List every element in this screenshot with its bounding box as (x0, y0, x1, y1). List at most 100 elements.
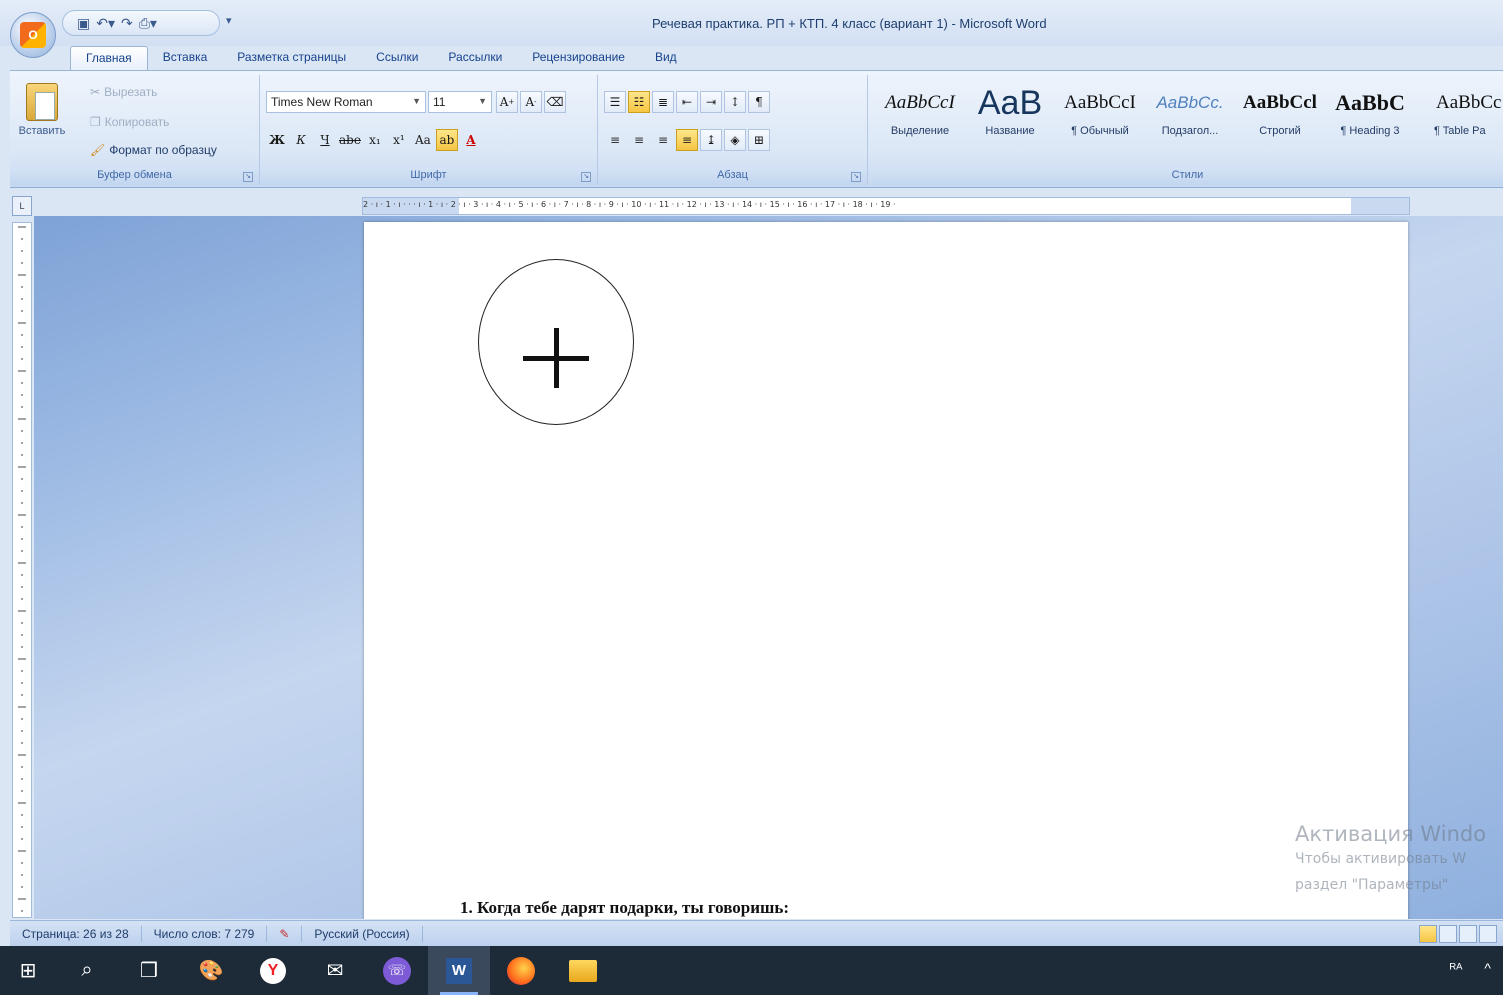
watermark-line-1: Активация Windo (1295, 822, 1487, 846)
highlight-color-icon[interactable]: ab (435, 129, 458, 151)
window-title: Речевая практика. РП + КТП. 4 класс (вар… (652, 16, 1047, 31)
tab-page-layout[interactable]: Разметка страницы (222, 46, 361, 71)
print-icon[interactable]: ⎙▾ (139, 15, 157, 32)
tab-insert[interactable]: Вставка (148, 46, 223, 71)
task-view-icon[interactable]: ❒ (118, 946, 180, 995)
align-center-icon[interactable]: ≡ (628, 129, 650, 151)
vertical-ruler[interactable] (12, 222, 32, 918)
yandex-browser-icon[interactable]: Y (242, 946, 304, 995)
strikethrough-button[interactable]: abe (338, 129, 362, 151)
mail-app-icon[interactable]: ✉ (304, 946, 366, 995)
paint-app-icon[interactable]: 🎨 (180, 946, 242, 995)
status-bar: Страница: 26 из 28 Число слов: 7 279 ✎ Р… (10, 920, 1503, 946)
style-subtitle[interactable]: AaBbCc. Подзагол... (1146, 81, 1234, 153)
underline-button[interactable]: Ч (314, 129, 336, 151)
word-taskbar-icon[interactable]: W (428, 946, 490, 995)
decrease-indent-icon[interactable]: ⇤ (676, 91, 698, 113)
increase-indent-icon[interactable]: ⇥ (700, 91, 722, 113)
outline-view-icon[interactable] (1479, 925, 1497, 943)
font-family-value: Times New Roman (271, 95, 373, 109)
style-name: Строгий (1259, 125, 1301, 137)
style-normal[interactable]: AaBbCcI ¶ Обычный (1056, 81, 1144, 153)
activation-watermark: Активация Windo Чтобы активировать W раз… (1295, 822, 1486, 898)
page-counter[interactable]: Страница: 26 из 28 (10, 925, 142, 942)
font-size-combo[interactable]: 11 ▼ (428, 91, 492, 113)
people-icon[interactable]: ᴿᴬ (1450, 960, 1463, 976)
firefox-icon[interactable] (490, 946, 552, 995)
font-family-combo[interactable]: Times New Roman ▼ (266, 91, 426, 113)
superscript-button[interactable]: x¹ (388, 129, 410, 151)
tab-home[interactable]: Главная (70, 46, 148, 71)
redo-icon[interactable]: ↷ (121, 15, 133, 32)
clear-format-icon[interactable]: ⌫ (544, 91, 566, 113)
windows-taskbar: ⊞ ⌕ ❒ 🎨 Y ✉ ☏ W ᴿᴬ ^ (0, 946, 1503, 995)
viber-icon[interactable]: ☏ (366, 946, 428, 995)
ribbon: Вставить ✂ Вырезать ❐ Копировать 🖌 Форма… (10, 70, 1503, 188)
tab-references[interactable]: Ссылки (361, 46, 433, 71)
style-sample: AaBbC (1335, 90, 1405, 115)
clipboard-icon (26, 83, 58, 121)
font-launcher-icon[interactable]: ↘ (581, 172, 591, 182)
language-indicator[interactable]: Русский (Россия) (302, 925, 423, 942)
multilevel-list-icon[interactable]: ≣ (652, 91, 674, 113)
font-color-button[interactable]: A (460, 129, 482, 151)
format-painter-button[interactable]: 🖌 Формат по образцу (90, 143, 217, 157)
scissors-icon: ✂ (90, 85, 101, 99)
office-button[interactable]: O (10, 12, 56, 58)
copy-icon: ❐ (90, 115, 101, 129)
align-left-icon[interactable]: ≡ (604, 129, 626, 151)
paste-button[interactable]: Вставить (16, 83, 68, 153)
print-layout-icon[interactable] (1419, 925, 1437, 943)
tab-view[interactable]: Вид (640, 46, 692, 71)
customize-qat-icon[interactable]: ▾ (226, 14, 232, 27)
style-title[interactable]: AaB Название (966, 81, 1054, 153)
ribbon-tabs: Главная Вставка Разметка страницы Ссылки… (70, 46, 692, 71)
style-sample: AaBbCcI (885, 92, 955, 113)
font-size-value: 11 (433, 95, 446, 109)
bullets-icon[interactable]: ☰ (604, 91, 626, 113)
line-spacing-icon[interactable]: ↨ (700, 129, 722, 151)
borders-icon[interactable]: ⊞ (748, 129, 770, 151)
web-layout-icon[interactable] (1459, 925, 1477, 943)
align-right-icon[interactable]: ≡ (652, 129, 674, 151)
paragraph-group: ☰ ☷ ≣ ⇤ ⇥ ↕ ¶ ≡ ≡ ≡ ≡ ↨ ◈ ⊞ Абзац ↘ (598, 75, 868, 185)
search-icon[interactable]: ⌕ (56, 946, 118, 995)
tray-chevron-icon[interactable]: ^ (1484, 960, 1491, 976)
document-workspace[interactable]: 1. Когда тебе дарят подарки, ты говоришь… (34, 216, 1503, 919)
shrink-font-button[interactable]: A- (520, 91, 542, 113)
file-explorer-icon[interactable] (552, 946, 614, 995)
change-case-button[interactable]: Aa (412, 129, 434, 151)
clipboard-launcher-icon[interactable]: ↘ (243, 172, 253, 182)
style-table-paragraph[interactable]: AaBbCc ¶ Table Pa (1416, 81, 1503, 153)
italic-button[interactable]: К (290, 129, 312, 151)
horizontal-ruler[interactable]: 2 · ı · 1 · ı · · · ı · 1 · ı · 2 · ı · … (362, 197, 1410, 215)
document-question[interactable]: 1. Когда тебе дарят подарки, ты говоришь… (460, 898, 789, 918)
grow-font-button[interactable]: A + (496, 91, 518, 113)
proofing-icon[interactable]: ✎ (267, 925, 303, 942)
justify-icon[interactable]: ≡ (676, 129, 698, 151)
cut-button[interactable]: ✂ Вырезать (90, 85, 157, 99)
save-icon[interactable]: ▣ (77, 15, 90, 32)
style-heading-3[interactable]: AaBbC ¶ Heading 3 (1326, 81, 1414, 153)
show-marks-icon[interactable]: ¶ (748, 91, 770, 113)
tab-review[interactable]: Рецензирование (517, 46, 640, 71)
style-strong[interactable]: AaBbCcl Строгий (1236, 81, 1324, 153)
tab-selector-button[interactable]: L (12, 196, 32, 216)
paragraph-launcher-icon[interactable]: ↘ (851, 172, 861, 182)
subscript-button[interactable]: x₁ (364, 129, 386, 151)
sort-icon[interactable]: ↕ (724, 91, 746, 113)
full-screen-reading-icon[interactable] (1439, 925, 1457, 943)
word-count[interactable]: Число слов: 7 279 (142, 925, 268, 942)
bold-button[interactable]: Ж (266, 129, 288, 151)
shading-icon[interactable]: ◈ (724, 129, 746, 151)
windows-start-icon[interactable]: ⊞ (0, 946, 56, 995)
style-emphasis[interactable]: AaBbCcI Выделение (876, 81, 964, 153)
clipboard-group: Вставить ✂ Вырезать ❐ Копировать 🖌 Форма… (10, 75, 260, 185)
style-sample: AaBbCcI (1064, 92, 1136, 113)
numbering-icon[interactable]: ☷ (628, 91, 650, 113)
tab-mailings[interactable]: Рассылки (433, 46, 517, 71)
copy-button[interactable]: ❐ Копировать (90, 115, 169, 129)
circle-plus-shape[interactable] (478, 259, 634, 425)
document-page[interactable]: 1. Когда тебе дарят подарки, ты говоришь… (364, 222, 1408, 919)
undo-icon[interactable]: ↶▾ (96, 15, 115, 32)
